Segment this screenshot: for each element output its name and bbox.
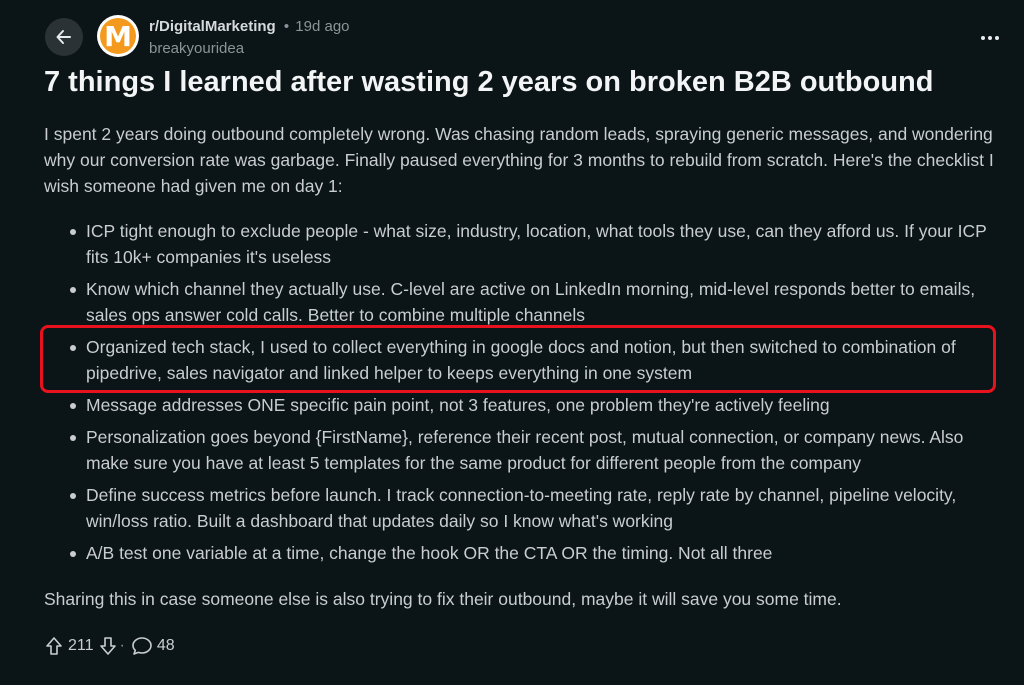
- list-item-text: Know which channel they actually use. C-…: [86, 279, 976, 325]
- list-item-text: A/B test one variable at a time, change …: [86, 543, 773, 563]
- list-item: ICP tight enough to exclude people - wha…: [44, 218, 1004, 270]
- avatar-letter: M: [100, 18, 136, 54]
- list-item-text: Define success metrics before launch. I …: [86, 485, 957, 531]
- list-item-text: Personalization goes beyond {FirstName},…: [86, 427, 964, 473]
- downvote-button[interactable]: [98, 636, 118, 656]
- bullet-dot: [70, 551, 76, 557]
- post-meta: r/DigitalMarketing • 19d ago: [149, 18, 350, 35]
- list-item: Organized tech stack, I used to collect …: [44, 334, 1004, 386]
- bullet-dot: [70, 345, 76, 351]
- more-horizontal-icon: [981, 36, 999, 40]
- list-item: Message addresses ONE specific pain poin…: [44, 392, 1004, 418]
- checklist: ICP tight enough to exclude people - wha…: [44, 218, 1004, 572]
- list-item-text: ICP tight enough to exclude people - wha…: [86, 221, 987, 267]
- author-link[interactable]: breakyouridea: [149, 40, 244, 57]
- list-item-text: Message addresses ONE specific pain poin…: [86, 395, 830, 415]
- list-item-text: Organized tech stack, I used to collect …: [86, 337, 956, 383]
- post-actions: 211 · 48: [44, 636, 179, 656]
- back-button[interactable]: [45, 18, 83, 56]
- bullet-dot: [70, 435, 76, 441]
- list-item: Define success metrics before launch. I …: [44, 482, 1004, 534]
- post-outro: Sharing this in case someone else is als…: [44, 589, 842, 609]
- actions-separator: ·: [119, 637, 125, 654]
- comments-button[interactable]: [131, 636, 153, 656]
- bullet-dot: [70, 229, 76, 235]
- upvote-count: 211: [68, 637, 94, 654]
- meta-separator: •: [283, 18, 290, 35]
- post-age: 19d ago: [295, 18, 350, 35]
- bullet-dot: [70, 287, 76, 293]
- comment-count: 48: [156, 637, 175, 654]
- post-title: 7 things I learned after wasting 2 years…: [44, 66, 934, 98]
- subreddit-avatar[interactable]: M: [97, 15, 139, 57]
- comment-bubble-icon: [132, 637, 152, 655]
- more-options-button[interactable]: [976, 24, 1004, 52]
- list-item: Know which channel they actually use. C-…: [44, 276, 1004, 328]
- arrow-up-icon: [46, 637, 62, 655]
- post-intro: I spent 2 years doing outbound completel…: [44, 124, 994, 196]
- bullet-dot: [70, 403, 76, 409]
- arrow-left-icon: [56, 30, 71, 44]
- arrow-down-icon: [99, 637, 116, 655]
- bullet-dot: [70, 493, 76, 499]
- upvote-button[interactable]: [44, 636, 64, 656]
- list-item: A/B test one variable at a time, change …: [44, 540, 1004, 566]
- subreddit-link[interactable]: r/DigitalMarketing: [149, 18, 276, 35]
- list-item: Personalization goes beyond {FirstName},…: [44, 424, 1004, 476]
